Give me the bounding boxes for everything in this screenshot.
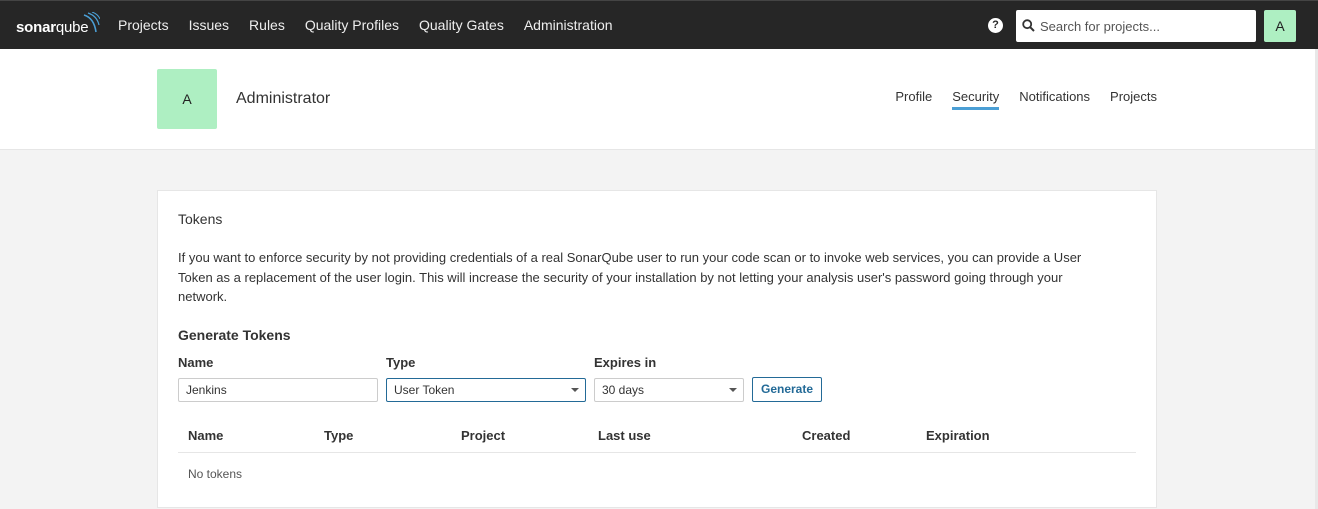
tokens-description: If you want to enforce security by not p… — [178, 250, 1082, 304]
expires-in-value: 30 days — [602, 383, 645, 397]
generate-button[interactable]: Generate — [752, 377, 822, 402]
token-type-value: User Token — [394, 383, 455, 397]
column-created: Created — [802, 428, 851, 443]
name-label: Name — [178, 355, 214, 370]
tokens-table-header: Name Type Project Last use Created Expir… — [178, 417, 1136, 453]
tab-notifications[interactable]: Notifications — [1019, 89, 1090, 110]
tokens-title: Tokens — [178, 211, 223, 227]
main-nav: Projects Issues Rules Quality Profiles Q… — [108, 1, 623, 49]
nav-issues[interactable]: Issues — [189, 17, 229, 33]
column-project: Project — [461, 428, 506, 443]
chevron-down-icon — [729, 388, 737, 392]
token-type-select[interactable]: User Token — [386, 378, 586, 402]
account-tabs: Profile Security Notifications Projects — [875, 89, 1157, 110]
search-icon — [1022, 19, 1035, 32]
tab-security[interactable]: Security — [952, 89, 999, 110]
column-expiration: Expiration — [926, 428, 990, 443]
nav-projects[interactable]: Projects — [118, 17, 169, 33]
chevron-down-icon — [571, 388, 579, 392]
nav-administration[interactable]: Administration — [524, 17, 613, 33]
tab-projects[interactable]: Projects — [1110, 89, 1157, 110]
search-box — [1016, 10, 1256, 42]
expires-label: Expires in — [594, 355, 657, 370]
help-icon[interactable]: ? — [988, 18, 1003, 33]
no-tokens-message: No tokens — [188, 467, 243, 481]
user-avatar-button[interactable]: A — [1264, 10, 1296, 42]
column-name: Name — [188, 428, 224, 443]
tokens-panel: Tokens If you want to enforce security b… — [157, 190, 1157, 508]
nav-quality-gates[interactable]: Quality Gates — [419, 17, 504, 33]
logo-waves-icon — [83, 12, 100, 33]
account-header: A Administrator Profile Security Notific… — [0, 49, 1315, 150]
type-label: Type — [386, 355, 416, 370]
account-username: Administrator — [236, 90, 331, 107]
expires-in-select[interactable]: 30 days — [594, 378, 744, 402]
tab-profile[interactable]: Profile — [895, 89, 932, 110]
logo-text-bold: sonar — [16, 19, 56, 36]
nav-rules[interactable]: Rules — [249, 17, 285, 33]
token-name-input[interactable] — [178, 378, 378, 402]
generate-tokens-title: Generate Tokens — [178, 327, 291, 343]
account-avatar: A — [157, 69, 217, 129]
search-input[interactable] — [1040, 10, 1250, 42]
column-type: Type — [324, 428, 354, 443]
sonarqube-logo[interactable]: sonar qube — [16, 12, 100, 36]
nav-quality-profiles[interactable]: Quality Profiles — [305, 17, 399, 33]
column-last-use: Last use — [598, 428, 651, 443]
top-navbar: sonar qube Projects Issues Rules Quality … — [0, 0, 1318, 49]
